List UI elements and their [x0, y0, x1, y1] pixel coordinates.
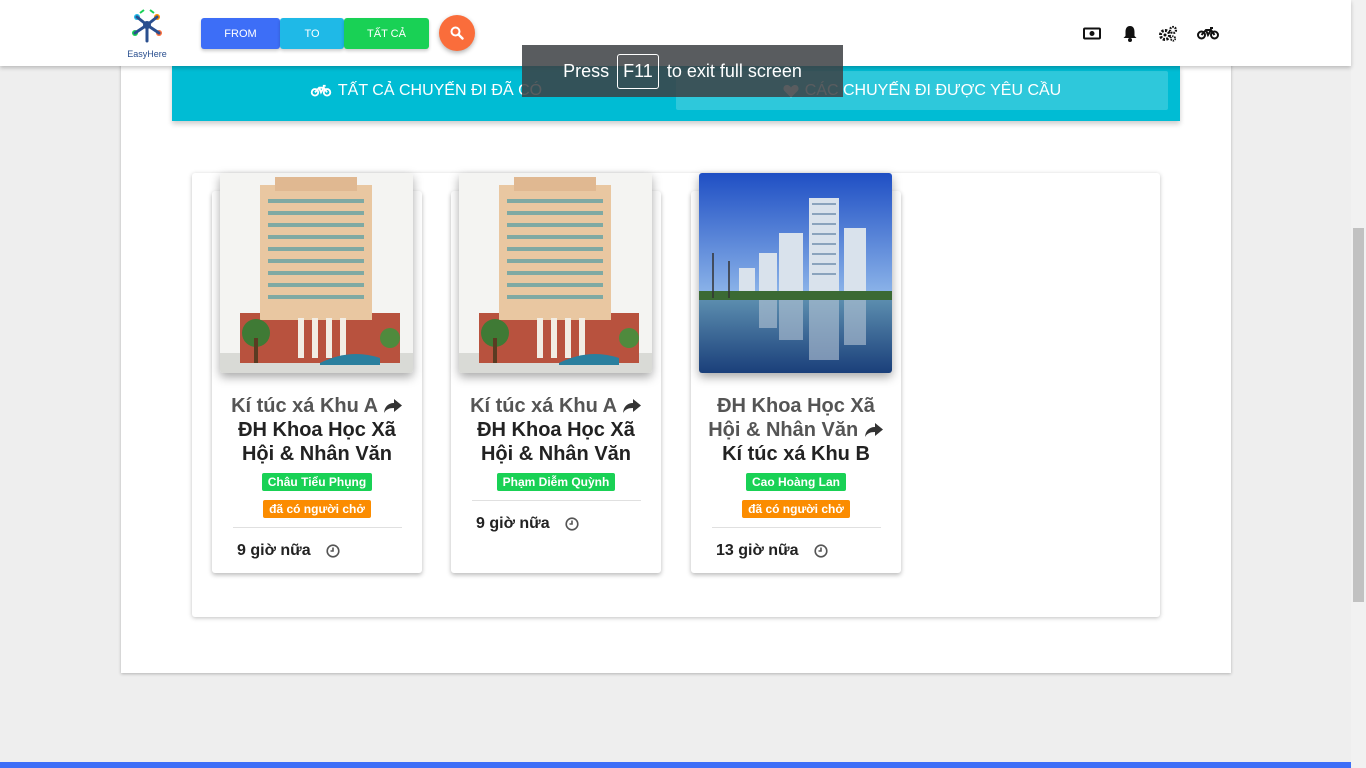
divider — [232, 527, 402, 528]
clock-icon — [813, 544, 828, 558]
fullscreen-key: F11 — [617, 53, 659, 89]
logo-icon — [132, 9, 162, 43]
trip-time-row: 9 giờ nữa — [451, 515, 661, 533]
to-button[interactable]: TO — [280, 18, 344, 49]
clock-icon — [565, 517, 579, 531]
divider — [471, 500, 641, 501]
footer-bar — [0, 762, 1351, 768]
driver-badge: Châu Tiểu Phụng — [261, 473, 373, 491]
money-icon[interactable] — [1081, 24, 1103, 42]
clock-icon — [326, 544, 340, 558]
trip-card[interactable]: ĐH Khoa Học Xã Hội & Nhân Văn Kí túc xá … — [691, 173, 901, 573]
cogs-icon[interactable] — [1157, 24, 1179, 42]
trip-time-row: 9 giờ nữa — [212, 542, 422, 560]
driver-badge: Cao Hoàng Lan — [745, 473, 846, 491]
trip-card[interactable]: Kí túc xá Khu A ĐH Khoa Học Xã Hội & Nhâ… — [451, 173, 661, 573]
page-scrollbar[interactable] — [1351, 0, 1366, 768]
driver-badge: Phạm Diễm Quỳnh — [496, 473, 616, 491]
fullscreen-notice: Press F11 to exit full screen — [522, 45, 843, 97]
motorcycle-icon[interactable] — [1197, 24, 1219, 42]
trip-from: Kí túc xá Khu A — [231, 395, 378, 417]
all-button[interactable]: TẤT CẢ — [344, 18, 429, 49]
fullscreen-notice-before: Press — [563, 60, 610, 81]
search-button[interactable] — [439, 15, 475, 51]
trip-image — [459, 173, 652, 373]
fullscreen-notice-after: to exit full screen — [666, 60, 802, 81]
share-arrow-icon — [864, 423, 883, 437]
trip-time: 9 giờ nữa — [237, 542, 311, 559]
divider — [711, 527, 881, 528]
status-badge: đã có người chở — [742, 500, 850, 518]
from-button[interactable]: FROM — [201, 18, 280, 49]
bell-icon[interactable] — [1119, 24, 1141, 42]
status-badge: đã có người chở — [263, 500, 371, 518]
trip-from: Kí túc xá Khu A — [470, 395, 617, 417]
trip-time: 13 giờ nữa — [716, 542, 799, 559]
trip-to: Kí túc xá Khu B — [722, 443, 870, 465]
scrollbar-thumb[interactable] — [1353, 228, 1364, 602]
share-arrow-icon — [622, 399, 641, 413]
trip-route: Kí túc xá Khu A ĐH Khoa Học Xã Hội & Nhâ… — [451, 394, 661, 466]
trip-from: ĐH Khoa Học Xã Hội & Nhân Văn — [708, 395, 875, 441]
trip-time-row: 13 giờ nữa — [691, 542, 901, 560]
motorcycle-icon — [310, 84, 332, 97]
trip-card[interactable]: Kí túc xá Khu A ĐH Khoa Học Xã Hội & Nhâ… — [212, 173, 422, 573]
trip-route: Kí túc xá Khu A ĐH Khoa Học Xã Hội & Nhâ… — [212, 394, 422, 466]
trip-to: ĐH Khoa Học Xã Hội & Nhân Văn — [238, 419, 396, 465]
logo-text: EasyHere — [127, 49, 167, 59]
trip-route: ĐH Khoa Học Xã Hội & Nhân Văn Kí túc xá … — [691, 394, 901, 466]
tab-requested-trips-label: CÁC CHUYẾN ĐI ĐƯỢC YÊU CẦU — [804, 81, 1062, 99]
trip-image — [220, 173, 413, 373]
logo[interactable]: EasyHere — [124, 7, 170, 59]
search-icon — [450, 26, 464, 40]
trip-time: 9 giờ nữa — [476, 515, 550, 532]
trip-to: ĐH Khoa Học Xã Hội & Nhân Văn — [477, 419, 635, 465]
tab-all-trips-label: TẤT CẢ CHUYẾN ĐI ĐÃ CÓ — [337, 81, 543, 99]
trip-image — [699, 173, 892, 373]
share-arrow-icon — [383, 399, 402, 413]
